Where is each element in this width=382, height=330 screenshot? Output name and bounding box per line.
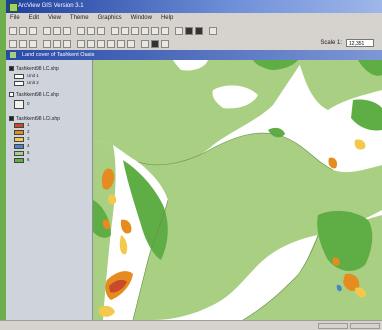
draw-tool-icon[interactable]: [127, 39, 135, 48]
legend-label: 0: [27, 101, 30, 106]
view-title-bar[interactable]: Land cover of Tashkent Oasis: [6, 50, 382, 60]
zoom-out-tool-icon[interactable]: [53, 39, 61, 48]
zoom-in-tool-icon[interactable]: [43, 39, 51, 48]
legend-label: 5: [27, 150, 30, 155]
menu-help[interactable]: Help: [161, 13, 173, 24]
view-title: Land cover of Tashkent Oasis: [22, 52, 95, 58]
locate-button[interactable]: [87, 26, 95, 35]
layer-2-checkbox[interactable]: [9, 92, 14, 98]
menu-theme[interactable]: Theme: [70, 13, 89, 24]
tool-bar: Scale 1: 12,351: [6, 37, 382, 50]
land-cover-map: [93, 60, 382, 320]
zoom-full-button[interactable]: [111, 26, 119, 35]
legend-label: Unit 2: [27, 80, 39, 85]
menu-bar: File Edit View Theme Graphics Window Hel…: [6, 13, 382, 24]
properties-button[interactable]: [29, 26, 37, 35]
map-display[interactable]: [93, 60, 382, 320]
view-window: Land cover of Tashkent Oasis Tashkent98 …: [6, 50, 382, 320]
clear-selection-button[interactable]: [185, 26, 193, 35]
draw-line-tool-icon[interactable]: [161, 39, 169, 48]
legend-swatch-green: [14, 158, 24, 163]
draw-polygon-tool-icon[interactable]: [151, 39, 159, 48]
legend-swatch-red: [14, 123, 24, 128]
menu-window[interactable]: Window: [131, 13, 152, 24]
zoom-previous-button[interactable]: [161, 26, 169, 35]
legend-swatch-yellow: [14, 137, 24, 142]
layer-2[interactable]: Tashkent98 LC.shp: [9, 92, 59, 98]
legend-label: 2: [27, 129, 30, 134]
pan-tool-icon[interactable]: [63, 39, 71, 48]
status-pane: [350, 323, 380, 329]
legend-label: 1: [27, 122, 30, 127]
hotlink-tool-icon[interactable]: [87, 39, 95, 48]
table-of-contents: Tashkent98 LC.shp Unit 1 Unit 2 Tashkent…: [6, 60, 93, 320]
menu-file[interactable]: File: [10, 13, 20, 24]
view-icon: [10, 52, 16, 58]
layer-1-checkbox[interactable]: [9, 66, 14, 72]
legend-swatch-light-green: [14, 151, 24, 156]
layer-3[interactable]: Tashkent98 LCi.shp: [9, 116, 60, 122]
find-button[interactable]: [77, 26, 85, 35]
status-bar: [0, 320, 382, 330]
zoom-in-button[interactable]: [141, 26, 149, 35]
app-icon: [9, 3, 18, 12]
select-feature-button[interactable]: [175, 26, 183, 35]
query-builder-button[interactable]: [97, 26, 105, 35]
scale-label: Scale 1:: [320, 40, 342, 46]
add-theme-button[interactable]: [19, 26, 27, 35]
zoom-out-button[interactable]: [151, 26, 159, 35]
zoom-active-button[interactable]: [121, 26, 129, 35]
label-tool-icon[interactable]: [107, 39, 115, 48]
status-pane: [318, 323, 348, 329]
layer-3-name: Tashkent98 LCi.shp: [16, 116, 60, 122]
measure-tool-icon[interactable]: [77, 39, 85, 48]
legend-swatch-hatch: [14, 100, 24, 109]
button-bar: [6, 24, 382, 37]
legend-swatch-white: [14, 74, 24, 79]
legend-label: 3: [27, 136, 30, 141]
legend-swatch-blue: [14, 144, 24, 149]
layer-2-name: Tashkent98 LC.shp: [16, 92, 59, 98]
legend-label: Unit 1: [27, 73, 39, 78]
layer-1[interactable]: Tashkent98 LC.shp: [9, 66, 59, 72]
layer-3-checkbox[interactable]: [9, 116, 14, 122]
zoom-selected-button[interactable]: [131, 26, 139, 35]
text-tool-icon[interactable]: [117, 39, 125, 48]
scale-field[interactable]: 12,351: [346, 39, 374, 47]
layer-1-name: Tashkent98 LC.shp: [16, 66, 59, 72]
area-of-interest-tool-icon[interactable]: [97, 39, 105, 48]
vertex-edit-tool-icon[interactable]: [19, 39, 27, 48]
legend-label: 6: [27, 157, 30, 162]
theme-properties-button[interactable]: [43, 26, 51, 35]
identify-tool-icon[interactable]: [29, 39, 37, 48]
arcview-application: ArcView GIS Version 3.1 File Edit View T…: [0, 0, 382, 330]
save-project-button[interactable]: [9, 26, 17, 35]
app-title-bar[interactable]: ArcView GIS Version 3.1: [6, 0, 382, 13]
snap-tool-icon[interactable]: [141, 39, 149, 48]
menu-graphics[interactable]: Graphics: [98, 13, 122, 24]
open-table-button[interactable]: [63, 26, 71, 35]
legend-swatch-orange: [14, 130, 24, 135]
menu-edit[interactable]: Edit: [29, 13, 39, 24]
edit-legend-button[interactable]: [53, 26, 61, 35]
table-button[interactable]: [209, 26, 217, 35]
menu-view[interactable]: View: [48, 13, 61, 24]
app-title: ArcView GIS Version 3.1: [18, 3, 84, 9]
legend-swatch-white-2: [14, 81, 24, 86]
help-button[interactable]: [195, 26, 203, 35]
pointer-tool-icon[interactable]: [9, 39, 17, 48]
legend-label: 4: [27, 143, 30, 148]
